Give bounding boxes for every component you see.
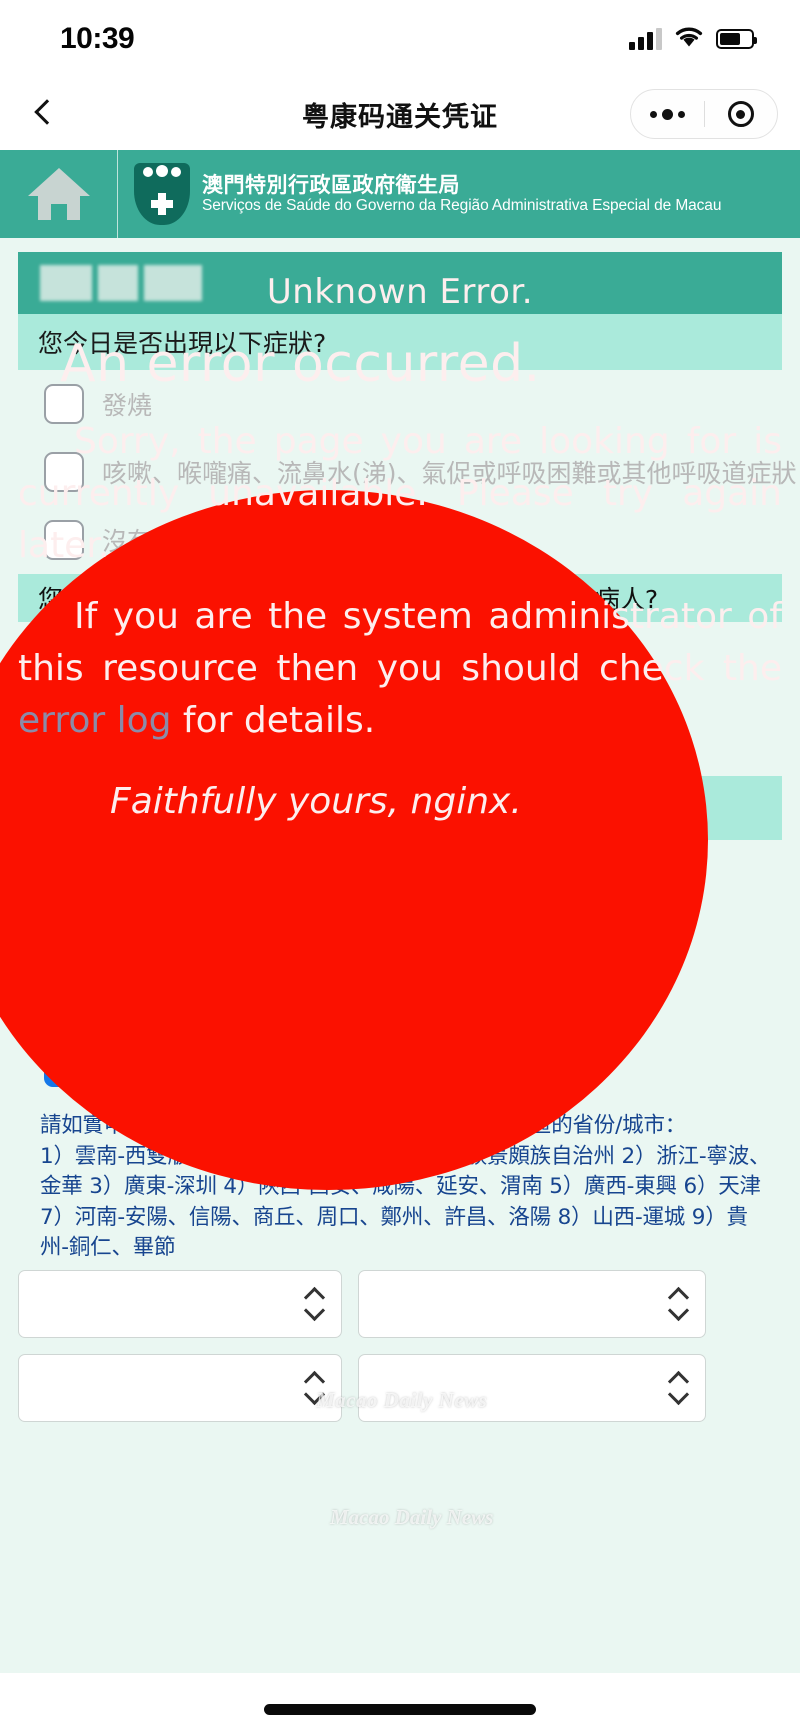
watermark-center: Macao Daily News xyxy=(316,1388,488,1412)
checkbox-checked-icon[interactable] xyxy=(44,911,84,951)
travel-option-hongkong-label: 香港(不包括12月19日管制站投票站） xyxy=(102,986,526,1015)
status-bar: 10:39 xyxy=(0,0,800,78)
checkbox-unchecked-icon[interactable] xyxy=(44,520,84,560)
redacted-name-bar xyxy=(18,252,782,314)
required-asterisk: * xyxy=(128,794,144,829)
travel-question: a）您在過去14天曾旅行和居住的地方： xyxy=(40,862,474,890)
gov-header: 澳門特別行政區政府衛生局 Serviços de Saúde do Govern… xyxy=(0,150,800,238)
stepper-updown-icon xyxy=(669,1373,687,1403)
contact-option-yes-label: 是 xyxy=(102,643,128,672)
target-circle-icon xyxy=(727,101,754,127)
travel-option-macau[interactable]: 澳門 xyxy=(0,897,800,965)
logo-wrap xyxy=(118,163,202,225)
travel-option-mainland-label: 內地 xyxy=(102,1054,153,1083)
symptom-question-band: 您今日是否出現以下症狀? xyxy=(18,314,782,370)
wechat-capsule-buttons[interactable] xyxy=(630,89,778,139)
contact-question: 您在過去14天內是否曾接觸新型冠狀病毒肺炎確診病人? xyxy=(38,585,659,614)
symptom-option-2[interactable]: 沒有以上症狀 xyxy=(0,506,800,574)
health-shield-icon xyxy=(134,163,190,225)
symptom-option-0-label: 發燒 xyxy=(102,391,153,420)
stepper-updown-icon xyxy=(669,1289,687,1319)
travel-option-macau-label: 澳門 xyxy=(102,918,153,947)
status-time: 10:39 xyxy=(60,22,135,55)
checkbox-unchecked-icon[interactable] xyxy=(44,384,84,424)
travel-history-band: 旅居史* xyxy=(18,776,782,840)
close-button[interactable] xyxy=(705,101,778,127)
gov-title-pt: Serviços de Saúde do Governo da Região A… xyxy=(202,197,722,215)
redaction-blocks xyxy=(40,265,202,301)
location-select-2[interactable] xyxy=(18,1353,342,1422)
location-select-1[interactable] xyxy=(358,1269,706,1338)
bottom-strip xyxy=(0,1673,800,1731)
wifi-icon xyxy=(674,26,704,53)
home-icon xyxy=(27,168,90,220)
more-dots-icon xyxy=(649,108,685,120)
travel-section-title-wrap: 旅居史* xyxy=(38,786,762,830)
contact-question-band: 您在過去14天內是否曾接觸新型冠狀病毒肺炎確診病人? xyxy=(18,574,782,622)
home-indicator xyxy=(264,1704,536,1715)
checkbox-unchecked-icon[interactable] xyxy=(44,979,84,1019)
contact-option-no-label: 否 xyxy=(102,711,128,740)
checkbox-checked-icon[interactable] xyxy=(44,1047,84,1087)
symptom-option-1[interactable]: 咳嗽、喉嚨痛、流鼻水(涕)、氣促或呼吸困難或其他呼吸道症狀 xyxy=(0,438,800,506)
symptom-question: 您今日是否出現以下症狀? xyxy=(38,329,327,358)
home-button[interactable] xyxy=(0,150,118,238)
watermark-middle: Macao Daily News xyxy=(330,1505,494,1529)
more-button[interactable] xyxy=(631,108,704,120)
location-select-0[interactable] xyxy=(18,1269,342,1338)
travel-section-title: 旅居史 xyxy=(38,794,128,829)
stepper-updown-icon xyxy=(305,1289,323,1319)
gov-title-zh: 澳門特別行政區政府衛生局 xyxy=(202,173,460,198)
checkbox-unchecked-icon[interactable] xyxy=(44,452,84,492)
contact-option-no[interactable]: 否 xyxy=(0,690,800,758)
nav-bar: 粤康码通关凭证 xyxy=(0,78,800,150)
status-icons xyxy=(629,26,757,53)
symptom-option-1-label: 咳嗽、喉嚨痛、流鼻水(涕)、氣促或呼吸困難或其他呼吸道症狀 xyxy=(102,459,797,488)
travel-option-hongkong[interactable]: 香港(不包括12月19日管制站投票站） xyxy=(0,965,800,1033)
cellular-signal-icon xyxy=(629,28,662,50)
contact-option-yes[interactable]: 是 xyxy=(0,622,800,690)
risk-area-notice: 請如實申報，否則需負上刑責。內地有中、高風險地區的省份/城市： 1）雲南-西雙版… xyxy=(40,1113,771,1261)
battery-icon xyxy=(716,29,757,49)
symptom-option-2-label: 沒有以上症狀 xyxy=(102,527,253,556)
checkbox-unchecked-icon[interactable] xyxy=(44,704,84,744)
symptom-option-0[interactable]: 發燒 xyxy=(0,370,800,438)
checkbox-unchecked-icon[interactable] xyxy=(44,636,84,676)
gov-title-block: 澳門特別行政區政府衛生局 Serviços de Saúde do Govern… xyxy=(202,173,721,215)
travel-option-mainland[interactable]: 內地 xyxy=(0,1033,800,1101)
